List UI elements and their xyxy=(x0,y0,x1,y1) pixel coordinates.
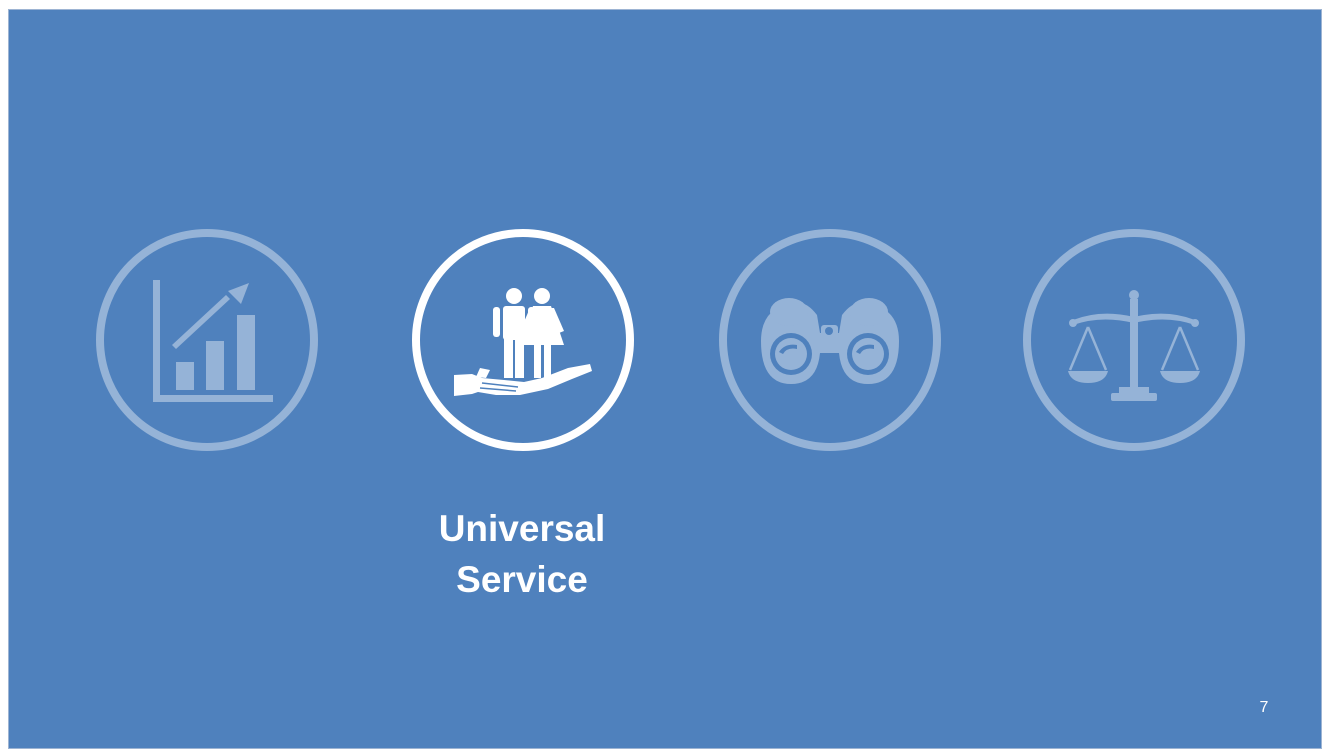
binoculars-circle xyxy=(719,229,941,451)
active-section-label: Universal Service xyxy=(367,503,677,605)
growth-chart-circle xyxy=(96,229,318,451)
active-label-line-1: Universal xyxy=(438,508,606,549)
growth-chart-icon xyxy=(153,280,273,402)
page-number: 7 xyxy=(1259,699,1269,716)
people-in-hand-icon xyxy=(454,288,592,396)
binoculars-icon xyxy=(761,298,899,384)
active-label-line-2: Service xyxy=(456,559,588,600)
balance-scale-circle xyxy=(1023,229,1245,451)
people-in-hand-circle xyxy=(412,229,634,451)
slide: Universal Service 7 xyxy=(8,9,1322,749)
balance-scale-icon xyxy=(1068,290,1200,401)
